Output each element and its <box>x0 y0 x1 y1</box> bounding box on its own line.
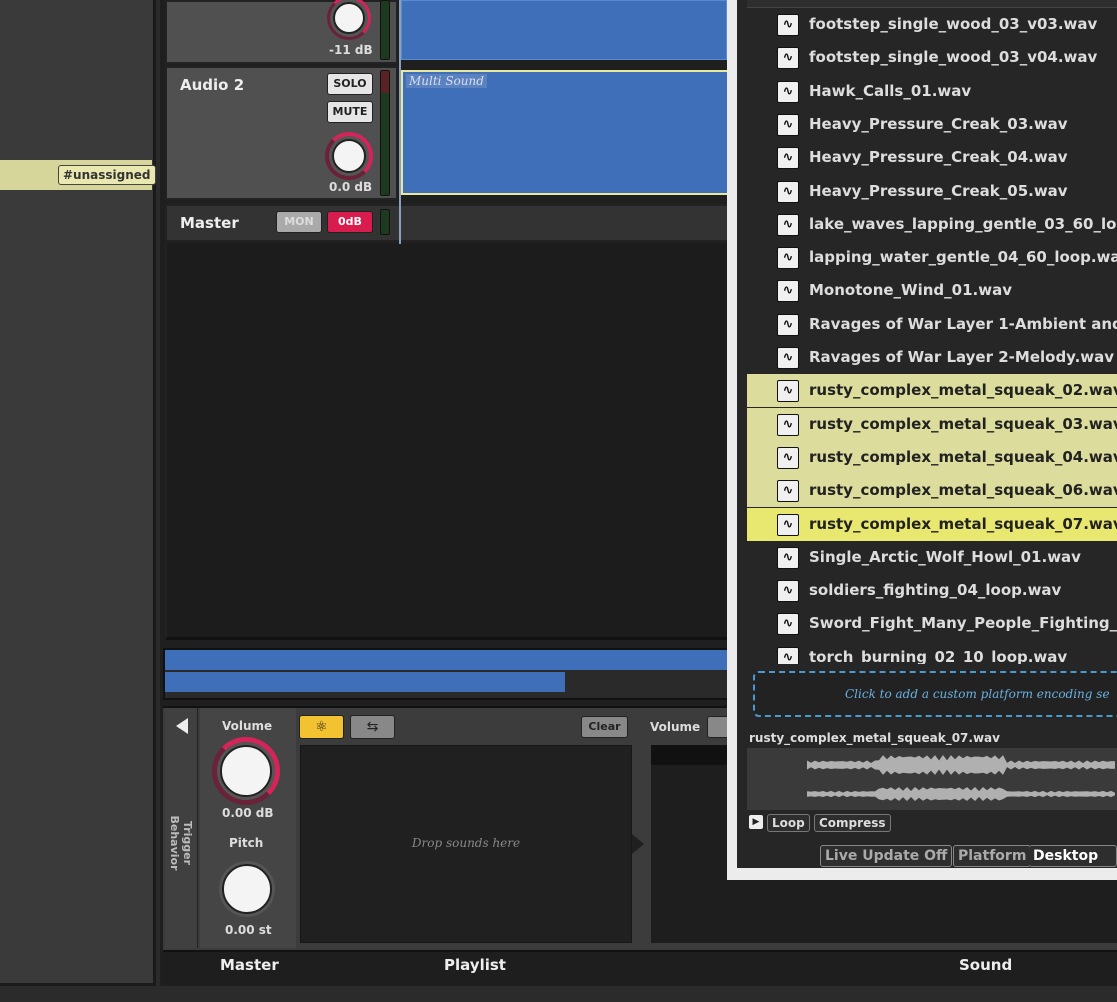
file-name: Heavy_Pressure_Creak_03.wav <box>809 114 1068 133</box>
waveform-file-icon: ∿ <box>777 47 799 70</box>
live-update-button[interactable]: Live Update Off <box>820 845 953 867</box>
waveform-file-icon: ∿ <box>777 280 799 303</box>
waveform-file-icon: ∿ <box>777 380 799 403</box>
waveform-file-icon: ∿ <box>777 113 799 136</box>
file-name: rusty_complex_metal_squeak_06.wav <box>809 481 1117 500</box>
footer-sound: Sound <box>959 956 1013 974</box>
encoding-hint: Click to add a custom platform encoding … <box>845 687 1110 701</box>
sound-volume-label: Volume <box>650 720 701 734</box>
file-row[interactable]: ∿ Heavy_Pressure_Creak_03.wav <box>747 108 1117 141</box>
file-row[interactable]: ∿ Ravages of War Layer 2-Melody.wav <box>747 341 1117 374</box>
waveform-file-icon: ∿ <box>777 147 799 170</box>
file-name: Sword_Fight_Many_People_Fighting_01.wav <box>809 614 1117 633</box>
file-name: Monotone_Wind_01.wav <box>809 281 1012 300</box>
file-row[interactable]: ∿ Ravages of War Layer 1-Ambient and Chor… <box>747 308 1117 341</box>
waveform-file-icon: ∿ <box>777 14 799 36</box>
file-row[interactable]: ∿ footstep_single_wood_03_v03.wav <box>747 8 1117 41</box>
file-row[interactable]: ∿ Monotone_Wind_01.wav <box>747 274 1117 307</box>
file-row[interactable]: ∿ Heavy_Pressure_Creak_04.wav <box>747 141 1117 174</box>
file-row[interactable]: ∿ rusty_complex_metal_squeak_04.wav <box>747 440 1117 474</box>
file-row[interactable]: ∿ soldiers_fighting_04_loop.wav <box>747 574 1117 607</box>
platform-select[interactable]: Desktop <box>1029 845 1117 867</box>
waveform-preview[interactable] <box>747 748 1117 810</box>
file-row[interactable]: ∿ Single_Arctic_Wolf_Howl_01.wav <box>747 541 1117 574</box>
waveform-file-icon: ∿ <box>777 446 799 469</box>
file-name: torch_burning_02_10_loop.wav <box>809 647 1068 664</box>
file-name: footstep_single_wood_03_v03.wav <box>809 15 1098 33</box>
platform-label: Platform <box>953 845 1032 867</box>
loop-mode-icon[interactable]: ⇆ <box>350 715 395 739</box>
waveform-file-icon: ∿ <box>777 480 799 503</box>
clear-button[interactable]: Clear <box>581 716 628 738</box>
file-name: lapping_water_gentle_04_60_loop.wav <box>809 248 1117 267</box>
selected-file-name: rusty_complex_metal_squeak_07.wav <box>749 731 1000 745</box>
file-row[interactable]: ∿ Heavy_Pressure_Creak_05.wav <box>747 175 1117 208</box>
waveform-file-icon: ∿ <box>777 80 799 103</box>
waveform-file-icon: ∿ <box>777 180 799 203</box>
app-window: #unassigned -11 dB Audio 2 SOLO MUTE 0.0… <box>0 0 1117 1002</box>
drop-hint: Drop sounds here <box>411 836 521 850</box>
file-name: soldiers_fighting_04_loop.wav <box>809 581 1062 600</box>
file-row[interactable]: ∿ lapping_water_gentle_04_60_loop.wav <box>747 241 1117 274</box>
file-row[interactable]: ∿ torch_burning_02_10_loop.wav <box>747 641 1117 664</box>
compress-button[interactable]: Compress <box>814 814 891 832</box>
file-row[interactable]: ∿ Hawk_Calls_01.wav <box>747 75 1117 108</box>
pitch-value: 0.00 st <box>225 923 272 937</box>
collapse-arrow-icon[interactable] <box>176 718 188 734</box>
footer-playlist: Playlist <box>444 956 506 974</box>
file-name: Ravages of War Layer 1-Ambient and Chord… <box>809 314 1117 333</box>
file-name: Ravages of War Layer 2-Melody.wav <box>809 348 1115 366</box>
waveform-file-icon: ∿ <box>777 413 799 436</box>
file-name: rusty_complex_metal_squeak_07.wav <box>809 514 1117 533</box>
waveform-file-icon: ∿ <box>777 513 799 536</box>
file-row[interactable]: ∿ rusty_complex_metal_squeak_03.wav <box>747 407 1117 441</box>
pitch-label: Pitch <box>229 836 264 850</box>
file-name: Heavy_Pressure_Creak_05.wav <box>809 181 1068 200</box>
file-name: footstep_single_wood_03_v04.wav <box>809 48 1098 67</box>
waveform-file-icon: ∿ <box>777 613 799 636</box>
file-row[interactable]: ∿ rusty_complex_metal_squeak_06.wav <box>747 474 1117 508</box>
file-name: lake_waves_lapping_gentle_03_60_loop.wav <box>809 214 1117 233</box>
footer-master: Master <box>220 956 279 974</box>
file-name: rusty_complex_metal_squeak_03.wav <box>809 414 1117 433</box>
file-name: Heavy_Pressure_Creak_04.wav <box>809 148 1068 167</box>
file-row[interactable]: ∿ Sword_Fight_Many_People_Fighting_01.wav <box>747 607 1117 640</box>
pitch-knob[interactable] <box>222 864 272 914</box>
file-name: Hawk_Calls_01.wav <box>809 81 972 100</box>
file-row[interactable]: ∿ rusty_complex_metal_squeak_02.wav <box>747 374 1117 408</box>
waveform-file-icon: ∿ <box>777 646 799 664</box>
volume-label: Volume <box>222 719 273 733</box>
waveform-file-icon: ∿ <box>777 213 799 236</box>
file-list: ∿ footstep_single_wood_03_v03.wav ∿ footste… <box>0 0 1117 664</box>
waveform-file-icon: ∿ <box>777 313 799 336</box>
file-name: rusty_complex_metal_squeak_02.wav <box>809 381 1117 400</box>
file-row[interactable]: ∿ footstep_single_wood_03_v04.wav <box>747 41 1117 74</box>
drop-arrow-icon <box>632 834 644 854</box>
volume-value: 0.00 dB <box>222 806 274 820</box>
file-name: rusty_complex_metal_squeak_04.wav <box>809 447 1117 466</box>
overview-bar-bottom[interactable] <box>165 672 565 692</box>
play-icon[interactable]: ▶ <box>749 815 763 829</box>
file-row[interactable]: ∿ rusty_complex_metal_squeak_07.wav <box>747 507 1117 541</box>
waveform-file-icon: ∿ <box>777 546 799 569</box>
randomize-icon[interactable]: ⚛ <box>299 715 344 739</box>
loop-button[interactable]: Loop <box>767 814 810 832</box>
deck-volume-knob[interactable] <box>220 745 272 797</box>
file-name: Single_Arctic_Wolf_Howl_01.wav <box>809 547 1081 566</box>
trigger-behavior-label: Trigger Behavior <box>168 815 194 871</box>
file-row[interactable]: ∿ lake_waves_lapping_gentle_03_60_loop.wa… <box>747 208 1117 241</box>
waveform-file-icon: ∿ <box>777 247 799 270</box>
waveform-file-icon: ∿ <box>777 580 799 603</box>
waveform-file-icon: ∿ <box>777 347 799 369</box>
waveform-icon <box>807 755 1115 801</box>
